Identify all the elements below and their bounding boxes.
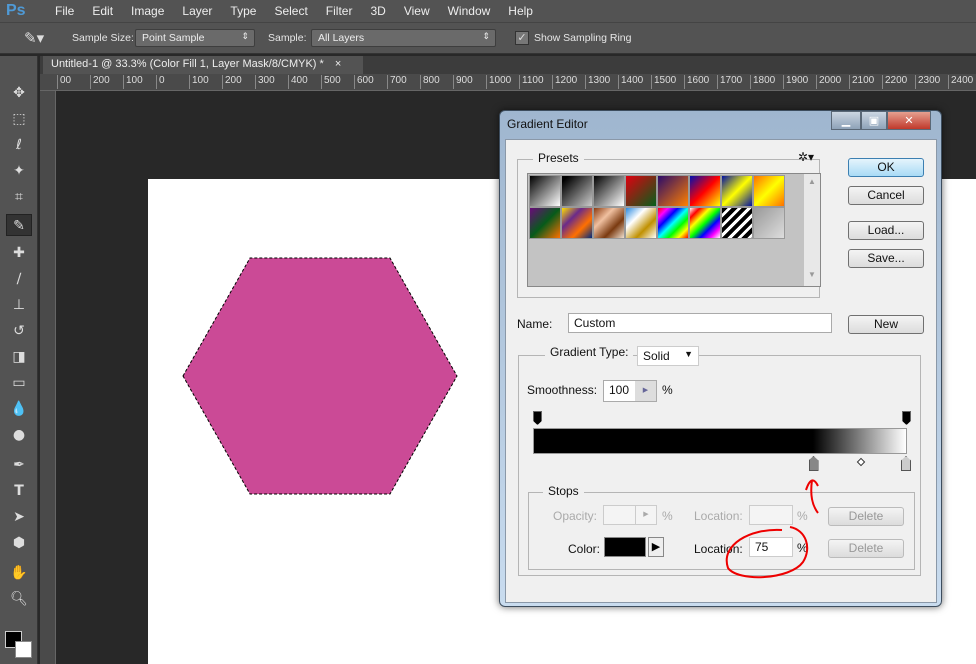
save-button[interactable]: Save...: [848, 249, 924, 268]
opacity-label: Opacity:: [553, 509, 598, 523]
gradient-preset-swatch[interactable]: [529, 207, 561, 239]
dialog-title: Gradient Editor: [507, 117, 588, 131]
delete-color-stop-button[interactable]: Delete: [828, 539, 904, 558]
gradient-preset-swatch[interactable]: [561, 207, 593, 239]
delete-opacity-stop-button: Delete: [828, 507, 904, 526]
scroll-down-icon[interactable]: ▼: [804, 270, 820, 279]
new-button[interactable]: New: [848, 315, 924, 334]
color-location-input[interactable]: 75: [749, 537, 793, 557]
presets-gear-icon[interactable]: ✲▾: [798, 150, 814, 164]
scroll-up-icon[interactable]: ▲: [804, 177, 820, 186]
opacity-location-percent: %: [797, 509, 808, 523]
gradient-preset-swatch[interactable]: [625, 207, 657, 239]
gradient-preset-swatch[interactable]: [721, 175, 753, 207]
cancel-button[interactable]: Cancel: [848, 186, 924, 205]
stops-label: Stops: [543, 484, 584, 498]
smoothness-slider-arrow-icon[interactable]: ▶: [635, 381, 656, 401]
load-button[interactable]: Load...: [848, 221, 924, 240]
opacity-percent: %: [662, 509, 673, 523]
gradient-preset-swatch[interactable]: [721, 207, 753, 239]
opacity-location-label: Location:: [694, 509, 743, 523]
gradient-preset-swatch[interactable]: [593, 207, 625, 239]
dialog-body: Presets ✲▾ ▲ ▼ OK Cancel Load... Save... …: [505, 139, 937, 603]
gradient-preset-swatch[interactable]: [753, 207, 785, 239]
stop-color-swatch[interactable]: [604, 537, 646, 557]
gradient-preset-swatch[interactable]: [593, 175, 625, 207]
minimize-button[interactable]: ▁: [831, 111, 861, 130]
color-location-label: Location:: [694, 542, 743, 556]
name-input[interactable]: Custom: [568, 313, 832, 333]
hexagon-selection[interactable]: [182, 257, 458, 495]
gradient-type-value: Solid: [643, 349, 670, 363]
opacity-arrow-icon: ▶: [635, 506, 656, 524]
gradient-bar[interactable]: [533, 428, 907, 454]
opacity-location-input: [749, 505, 793, 525]
dropdown-arrow-icon: ▼: [684, 349, 693, 359]
color-menu-arrow-icon[interactable]: ▶: [648, 537, 664, 557]
gradient-preset-swatch[interactable]: [657, 207, 689, 239]
gradient-preset-swatch[interactable]: [561, 175, 593, 207]
smoothness-input[interactable]: 100 ▶: [603, 380, 657, 402]
presets-label: Presets: [533, 151, 584, 165]
smoothness-value: 100: [609, 383, 630, 397]
name-label: Name:: [517, 317, 553, 331]
color-location-percent: %: [797, 541, 808, 555]
opacity-input: ▶: [603, 505, 657, 525]
gradient-preset-swatch[interactable]: [689, 207, 721, 239]
gradient-preset-swatch[interactable]: [753, 175, 785, 207]
presets-scrollbar[interactable]: ▲ ▼: [804, 174, 820, 286]
gradient-preset-swatch[interactable]: [625, 175, 657, 207]
stops-group: [528, 492, 915, 570]
gradient-type-select[interactable]: Solid ▼: [637, 346, 699, 366]
maximize-button[interactable]: ▣: [861, 111, 887, 130]
gradient-preset-swatch[interactable]: [657, 175, 689, 207]
smoothness-percent: %: [662, 383, 673, 397]
gradient-type-label: Gradient Type:: [545, 345, 633, 359]
gradient-editor-dialog: Gradient Editor ▁ ▣ ✕ Presets ✲▾ ▲ ▼ OK C…: [499, 110, 942, 607]
presets-list[interactable]: ▲ ▼: [527, 173, 821, 287]
ok-button[interactable]: OK: [848, 158, 924, 177]
smoothness-label: Smoothness:: [527, 383, 598, 397]
gradient-preset-swatch[interactable]: [689, 175, 721, 207]
color-label: Color:: [568, 542, 601, 556]
gradient-preset-swatch[interactable]: [529, 175, 561, 207]
close-button[interactable]: ✕: [887, 111, 931, 130]
